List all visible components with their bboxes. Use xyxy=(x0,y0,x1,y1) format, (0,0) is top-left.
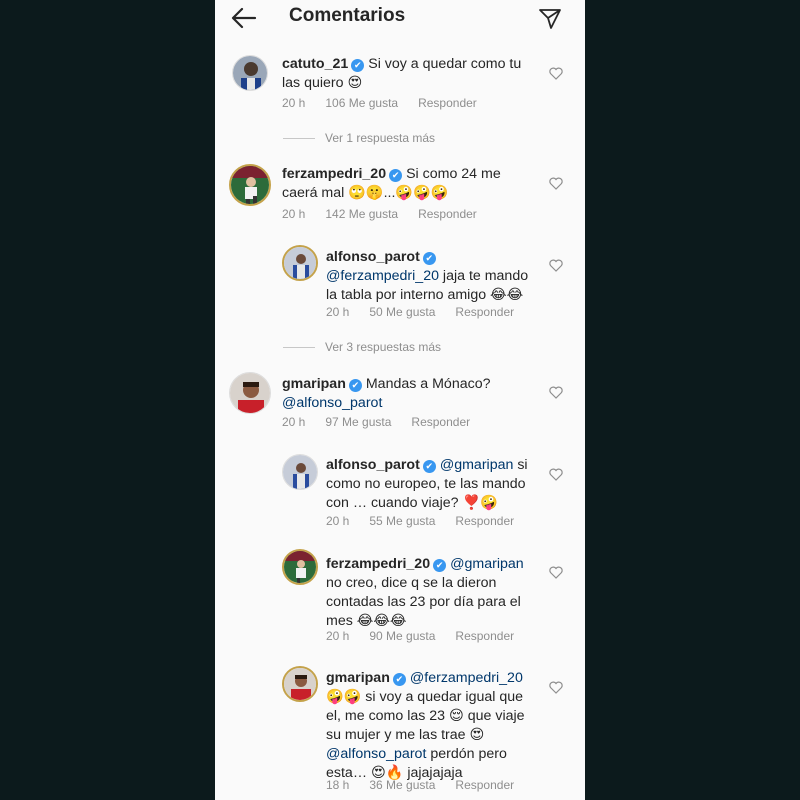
avatar[interactable] xyxy=(282,549,318,585)
username[interactable]: alfonso_parot xyxy=(326,457,420,473)
reply-meta: 20 h 50 Me gusta Responder xyxy=(326,305,534,319)
arrow-left-icon[interactable] xyxy=(231,7,257,29)
paper-plane-icon[interactable] xyxy=(538,6,562,30)
like-count[interactable]: 97 Me gusta xyxy=(325,415,391,429)
username[interactable]: gmaripan xyxy=(326,670,390,686)
mention-link[interactable]: @gmaripan xyxy=(450,556,524,572)
heart-icon[interactable] xyxy=(549,681,563,694)
reply-button[interactable]: Responder xyxy=(455,514,514,528)
avatar[interactable] xyxy=(229,164,271,206)
heart-icon[interactable] xyxy=(549,566,563,579)
timestamp: 20 h xyxy=(282,415,306,429)
verified-badge-icon: ✔ xyxy=(422,460,436,473)
verified-badge-icon: ✔ xyxy=(348,379,362,392)
reply-text: alfonso_parot ✔@ferzampedri_20 jaja te ma… xyxy=(326,248,536,305)
timestamp: 20 h xyxy=(326,305,350,319)
reply-meta: 20 h 90 Me gusta Responder xyxy=(326,629,534,643)
avatar[interactable] xyxy=(282,454,318,490)
username[interactable]: ferzampedri_20 xyxy=(282,166,386,182)
timestamp: 20 h xyxy=(282,96,306,110)
reply-body: 🤪🤪 si voy a quedar igual que el, me como… xyxy=(326,689,525,743)
verified-badge-icon: ✔ xyxy=(351,59,365,72)
avatar[interactable] xyxy=(229,372,271,414)
view-more-replies[interactable]: Ver 1 respuesta más xyxy=(283,131,435,145)
divider xyxy=(283,347,315,349)
reply-button[interactable]: Responder xyxy=(418,207,477,221)
like-count[interactable]: 90 Me gusta xyxy=(369,629,435,643)
avatar[interactable] xyxy=(232,55,268,91)
verified-badge-icon: ✔ xyxy=(389,169,403,182)
comment-text: catuto_21 ✔ Si voy a quedar como tu las qu… xyxy=(282,55,537,93)
reply-text: gmaripan ✔ @ferzampedri_20 🤪🤪 si voy a que… xyxy=(326,669,538,783)
reply-button[interactable]: Responder xyxy=(455,305,514,319)
page-title: Comentarios xyxy=(289,5,406,26)
reply-body: no creo, dice q se la dieron contadas la… xyxy=(326,575,521,629)
comments-screen: Comentarios catuto_21 ✔ Si voy a quedar co… xyxy=(215,0,585,800)
like-count[interactable]: 50 Me gusta xyxy=(369,305,435,319)
username[interactable]: ferzampedri_20 xyxy=(326,556,430,572)
timestamp: 18 h xyxy=(326,778,350,792)
reply-button[interactable]: Responder xyxy=(411,415,470,429)
mention-link[interactable]: @alfonso_parot xyxy=(326,746,426,762)
timestamp: 20 h xyxy=(282,207,306,221)
verified-badge-icon: ✔ xyxy=(422,252,436,265)
heart-icon[interactable] xyxy=(549,386,563,399)
mention-link[interactable]: @gmaripan xyxy=(440,457,514,473)
comment-text: ferzampedri_20 ✔ Si como 24 me caerá mal 🙄… xyxy=(282,165,537,203)
comment-meta: 20 h 97 Me gusta Responder xyxy=(282,415,490,429)
username[interactable]: gmaripan xyxy=(282,376,346,392)
comment-meta: 20 h 106 Me gusta Responder xyxy=(282,96,497,110)
like-count[interactable]: 36 Me gusta xyxy=(369,778,435,792)
reply-button[interactable]: Responder xyxy=(455,629,514,643)
avatar[interactable] xyxy=(282,245,318,281)
mention-link[interactable]: @ferzampedri_20 xyxy=(326,268,439,284)
username[interactable]: catuto_21 xyxy=(282,56,348,72)
heart-icon[interactable] xyxy=(549,67,563,80)
heart-icon[interactable] xyxy=(549,468,563,481)
like-count[interactable]: 142 Me gusta xyxy=(325,207,398,221)
reply-text: ferzampedri_20 ✔ @gmaripan no creo, dice q… xyxy=(326,555,538,631)
timestamp: 20 h xyxy=(326,629,350,643)
reply-text: alfonso_parot ✔ @gmaripan si como no europ… xyxy=(326,456,538,513)
like-count[interactable]: 55 Me gusta xyxy=(369,514,435,528)
heart-icon[interactable] xyxy=(549,177,563,190)
mention-link[interactable]: @alfonso_parot xyxy=(282,395,382,411)
comment-body: Mandas a Mónaco? xyxy=(365,376,491,392)
reply-meta: 18 h 36 Me gusta Responder xyxy=(326,778,534,792)
view-more-replies[interactable]: Ver 3 respuestas más xyxy=(283,340,441,354)
heart-icon[interactable] xyxy=(549,259,563,272)
top-bar: Comentarios xyxy=(215,0,585,36)
comment-meta: 20 h 142 Me gusta Responder xyxy=(282,207,497,221)
like-count[interactable]: 106 Me gusta xyxy=(325,96,398,110)
reply-button[interactable]: Responder xyxy=(455,778,514,792)
comment-text: gmaripan ✔ Mandas a Mónaco? @alfonso_parot xyxy=(282,375,537,413)
timestamp: 20 h xyxy=(326,514,350,528)
reply-meta: 20 h 55 Me gusta Responder xyxy=(326,514,534,528)
divider xyxy=(283,138,315,140)
verified-badge-icon: ✔ xyxy=(392,673,406,686)
avatar[interactable] xyxy=(282,666,318,702)
username[interactable]: alfonso_parot xyxy=(326,249,420,265)
mention-link[interactable]: @ferzampedri_20 xyxy=(410,670,523,686)
reply-button[interactable]: Responder xyxy=(418,96,477,110)
verified-badge-icon: ✔ xyxy=(433,559,447,572)
